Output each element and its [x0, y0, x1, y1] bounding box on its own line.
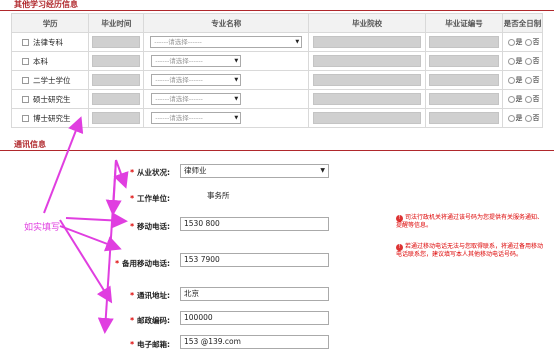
- annotation-arrow: [65, 212, 128, 229]
- annotation-arrow: [59, 225, 122, 252]
- annotation-arrow: [97, 159, 117, 334]
- annotation-arrow: [113, 159, 129, 189]
- annotation-arrow: [59, 219, 113, 304]
- annotation-arrow: [43, 116, 84, 214]
- annotation-arrows: [43, 116, 129, 334]
